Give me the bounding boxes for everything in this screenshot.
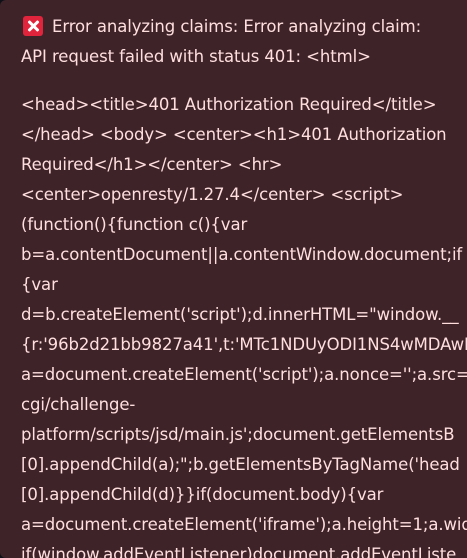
error-body-line-14: [0].appendChild(d)}}if(document.body){va… xyxy=(21,485,384,504)
error-body-line-1: <head><title>401 Authorization Required<… xyxy=(21,95,437,114)
error-body-line-2: </head> <body> <center><h1>401 Authoriza… xyxy=(21,125,447,144)
error-body-line-8: d=b.createElement('script');d.innerHTML=… xyxy=(21,305,459,324)
error-body-line-9: {r:'96b2d21bb9827a41',t:'MTc1NDUyODI1NS4… xyxy=(21,335,467,354)
error-body-line-7: {var xyxy=(21,275,58,294)
error-body-line-11: cgi/challenge- xyxy=(21,395,136,414)
error-body-line-6: b=a.contentDocument||a.contentWindow.doc… xyxy=(21,245,463,264)
error-body-line-16: if(window.addEventListener)document.addE… xyxy=(21,545,457,558)
error-body-line-5: (function(){function c(){var xyxy=(21,215,248,234)
error-body-line-3: Required</h1></center> <hr> xyxy=(21,155,283,174)
error-body-line-4: <center>openresty/1.27.4</center> <scrip… xyxy=(21,185,404,204)
error-body-line-10: a=document.createElement('script');a.non… xyxy=(21,365,467,384)
error-title-line-1: Error analyzing claims: Error analyzing … xyxy=(21,12,467,42)
error-body-line-12: platform/scripts/jsd/main.js';document.g… xyxy=(21,425,455,444)
error-body-line-13: [0].appendChild(a);";b.getElementsByTagN… xyxy=(21,455,460,474)
error-alert: Error analyzing claims: Error analyzing … xyxy=(0,0,467,558)
cross-mark-icon xyxy=(23,16,43,36)
error-title-text-1: Error analyzing claims: Error analyzing … xyxy=(52,17,422,36)
error-title-line-2: API request failed with status 401: <htm… xyxy=(21,47,371,66)
error-body-line-15: a=document.createElement('iframe');a.hei… xyxy=(21,515,467,534)
